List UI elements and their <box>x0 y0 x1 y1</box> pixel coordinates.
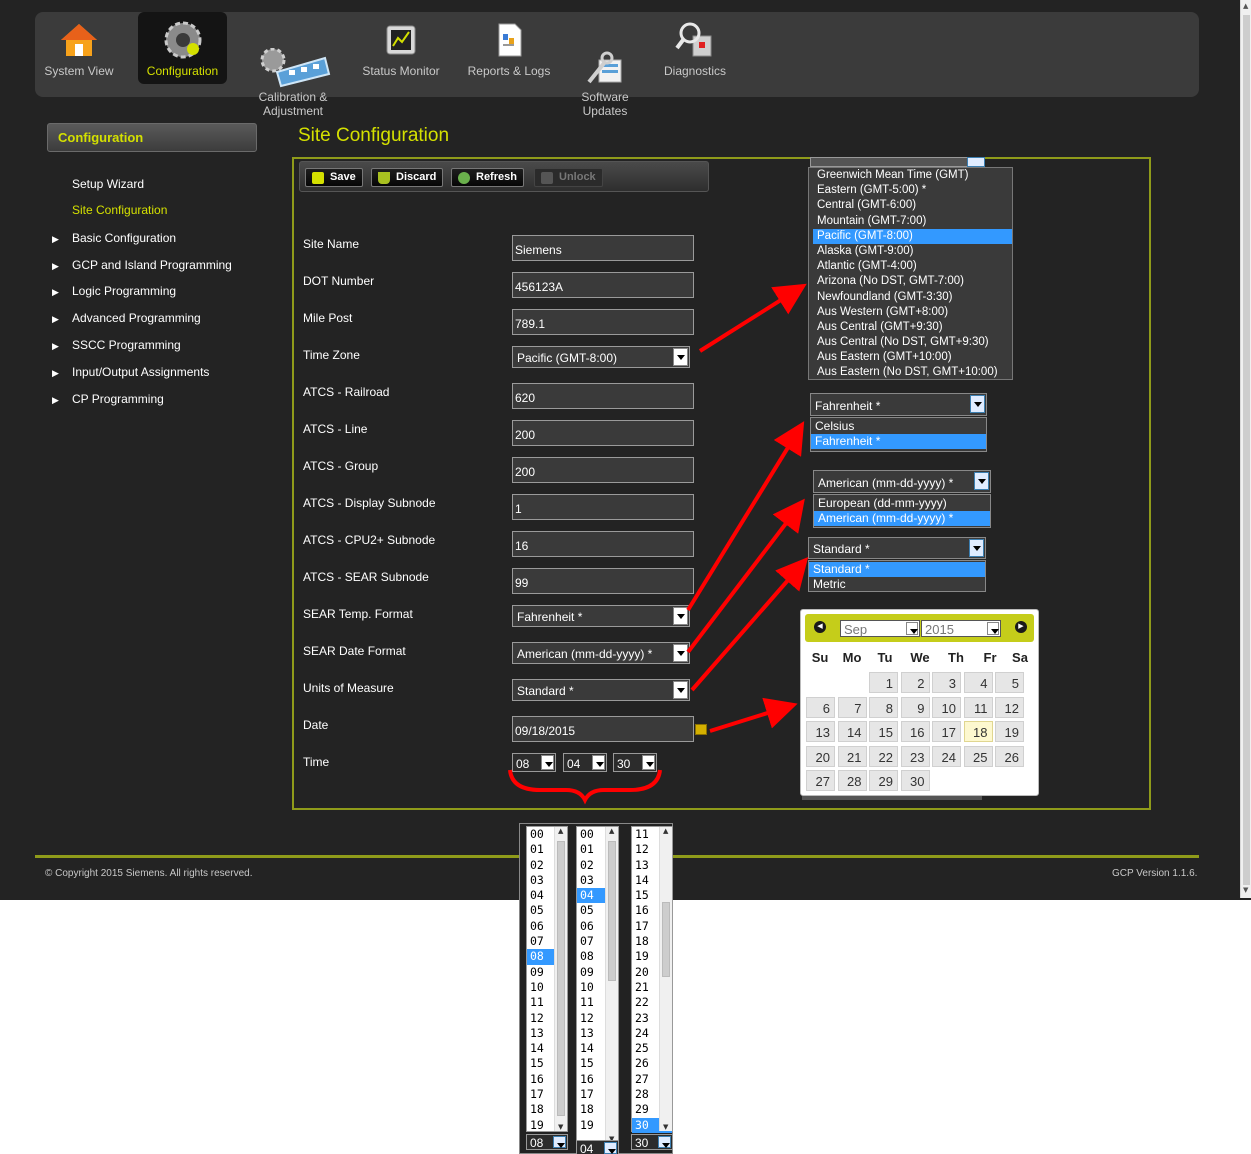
chevron-down-icon <box>604 1142 617 1154</box>
hour-select-closed[interactable]: 08 <box>526 1134 568 1150</box>
scroll-up-icon[interactable]: ▲ <box>609 827 614 835</box>
hour-list-scrollbar[interactable]: ▲ ▼ <box>554 827 567 1131</box>
scroll-up-icon[interactable]: ▲ <box>558 827 563 835</box>
scroll-down-icon[interactable]: ▼ <box>558 1123 563 1131</box>
arrow-calendar <box>709 697 798 733</box>
page-scrollbar[interactable]: ▲ ▼ <box>1240 0 1251 898</box>
scroll-up-icon[interactable]: ▲ <box>1243 2 1248 10</box>
chevron-down-icon <box>658 1136 671 1148</box>
second-list-scrollbar[interactable]: ▲ ▼ <box>659 827 672 1131</box>
brace-time <box>508 769 662 805</box>
version-text: GCP Version 1.1.6. <box>1112 868 1198 879</box>
annotation-arrows <box>508 283 809 805</box>
scroll-down-icon[interactable]: ▼ <box>1243 886 1248 894</box>
app-window: System View Configuration Calibration & … <box>0 0 1240 898</box>
copyright-text: © Copyright 2015 Siemens. All rights res… <box>45 868 253 879</box>
second-options-list[interactable]: 11 12 13 14 15 16 17 18 19 20 21 22 23 24 25 26 27 28 29 30… <box>631 826 673 1133</box>
chevron-down-icon <box>553 1136 566 1148</box>
minute-options-list[interactable]: 00 01 02 03 04 05 06 07 08 09 10 11 12 13 14 15 16 17 18 19… <box>576 826 619 1144</box>
minute-list-scrollbar[interactable]: ▲ ▼ <box>605 827 618 1143</box>
hour-options-list[interactable]: 00 01 02 03 04 05 06 07 08 09 10 11 12 13 14 15 16 17 18 19… <box>526 826 568 1132</box>
minute-select-closed[interactable]: 04 <box>576 1140 619 1154</box>
time-picker-popup: 00 01 02 03 04 05 06 07 08 09 10 11 12 13 14 15 16 17 18 19… <box>519 823 673 1154</box>
scrollbar-thumb[interactable] <box>1243 15 1250 885</box>
scroll-down-icon[interactable]: ▼ <box>663 1123 668 1131</box>
arrow-timezone <box>698 283 807 353</box>
second-select-closed[interactable]: 30 <box>631 1134 673 1150</box>
scroll-up-icon[interactable]: ▲ <box>663 827 668 835</box>
